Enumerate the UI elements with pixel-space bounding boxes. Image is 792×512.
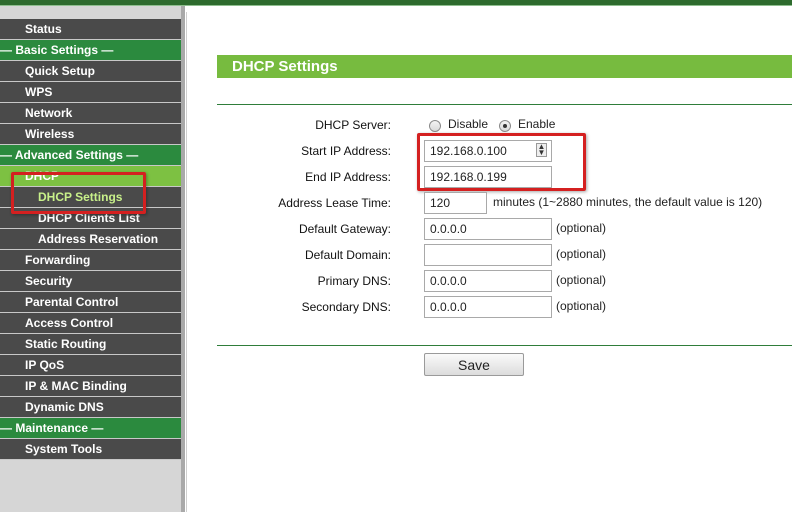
input-spinner-icon: ▲ ▼ <box>536 142 547 157</box>
bottom-divider <box>217 345 792 346</box>
sidebar-item-dhcp-clients-list[interactable]: DHCP Clients List <box>0 208 181 229</box>
primary-dns-input[interactable]: 0.0.0.0 <box>424 270 552 292</box>
sidebar-item-wireless[interactable]: Wireless <box>0 124 181 145</box>
dhcp-disable-label[interactable]: Disable <box>448 117 488 131</box>
sidebar-item-status[interactable]: Status <box>0 19 181 40</box>
sidebar-section-maintenance[interactable]: — Maintenance — <box>0 418 181 439</box>
sidebar-nav: Status — Basic Settings — Quick Setup WPS Ne… <box>0 19 181 460</box>
sidebar-item-address-reservation[interactable]: Address Reservation <box>0 229 181 250</box>
sidebar-item-ip-qos[interactable]: IP QoS <box>0 355 181 376</box>
sidebar-item-dhcp[interactable]: DHCP <box>0 166 181 187</box>
sidebar-divider <box>181 6 185 512</box>
gateway-label: Default Gateway: <box>298 222 391 236</box>
dhcp-enable-label[interactable]: Enable <box>518 117 555 131</box>
dhcp-disable-radio[interactable] <box>429 120 441 132</box>
sidebar-item-dynamic-dns[interactable]: Dynamic DNS <box>0 397 181 418</box>
lease-time-label: Address Lease Time: <box>278 196 391 210</box>
end-ip-input[interactable]: 192.168.0.199 <box>424 166 552 188</box>
sidebar-item-parental-control[interactable]: Parental Control <box>0 292 181 313</box>
page-title: DHCP Settings <box>217 55 792 78</box>
sidebar-item-quick-setup[interactable]: Quick Setup <box>0 61 181 82</box>
gateway-hint: (optional) <box>556 221 607 235</box>
gateway-input[interactable]: 0.0.0.0 <box>424 218 552 240</box>
sidebar-item-system-tools[interactable]: System Tools <box>0 439 181 460</box>
sidebar-item-static-routing[interactable]: Static Routing <box>0 334 181 355</box>
domain-input[interactable] <box>424 244 552 266</box>
start-ip-label: Start IP Address: <box>301 144 391 158</box>
secondary-dns-hint: (optional) <box>556 299 607 313</box>
save-button[interactable]: Save <box>424 353 524 376</box>
sidebar-item-ip-mac-binding[interactable]: IP & MAC Binding <box>0 376 181 397</box>
sidebar-item-forwarding[interactable]: Forwarding <box>0 250 181 271</box>
secondary-dns-label: Secondary DNS: <box>301 300 391 314</box>
sidebar-item-access-control[interactable]: Access Control <box>0 313 181 334</box>
sidebar-section-basic-settings[interactable]: — Basic Settings — <box>0 40 181 61</box>
sidebar-section-advanced-settings[interactable]: — Advanced Settings — <box>0 145 181 166</box>
end-ip-label: End IP Address: <box>305 170 391 184</box>
lease-time-input[interactable]: 120 <box>424 192 487 214</box>
lease-time-hint: minutes (1~2880 minutes, the default val… <box>493 195 763 209</box>
domain-hint: (optional) <box>556 247 607 261</box>
dhcp-server-label: DHCP Server: <box>315 118 391 132</box>
top-divider <box>217 104 792 105</box>
sidebar-item-security[interactable]: Security <box>0 271 181 292</box>
dhcp-enable-radio[interactable] <box>499 120 511 132</box>
sidebar-item-network[interactable]: Network <box>0 103 181 124</box>
primary-dns-label: Primary DNS: <box>317 274 391 288</box>
start-ip-input[interactable]: 192.168.0.100 <box>424 140 552 162</box>
primary-dns-hint: (optional) <box>556 273 607 287</box>
secondary-dns-input[interactable]: 0.0.0.0 <box>424 296 552 318</box>
domain-label: Default Domain: <box>304 248 391 262</box>
sidebar-item-wps[interactable]: WPS <box>0 82 181 103</box>
sidebar-item-dhcp-settings[interactable]: DHCP Settings <box>0 187 181 208</box>
